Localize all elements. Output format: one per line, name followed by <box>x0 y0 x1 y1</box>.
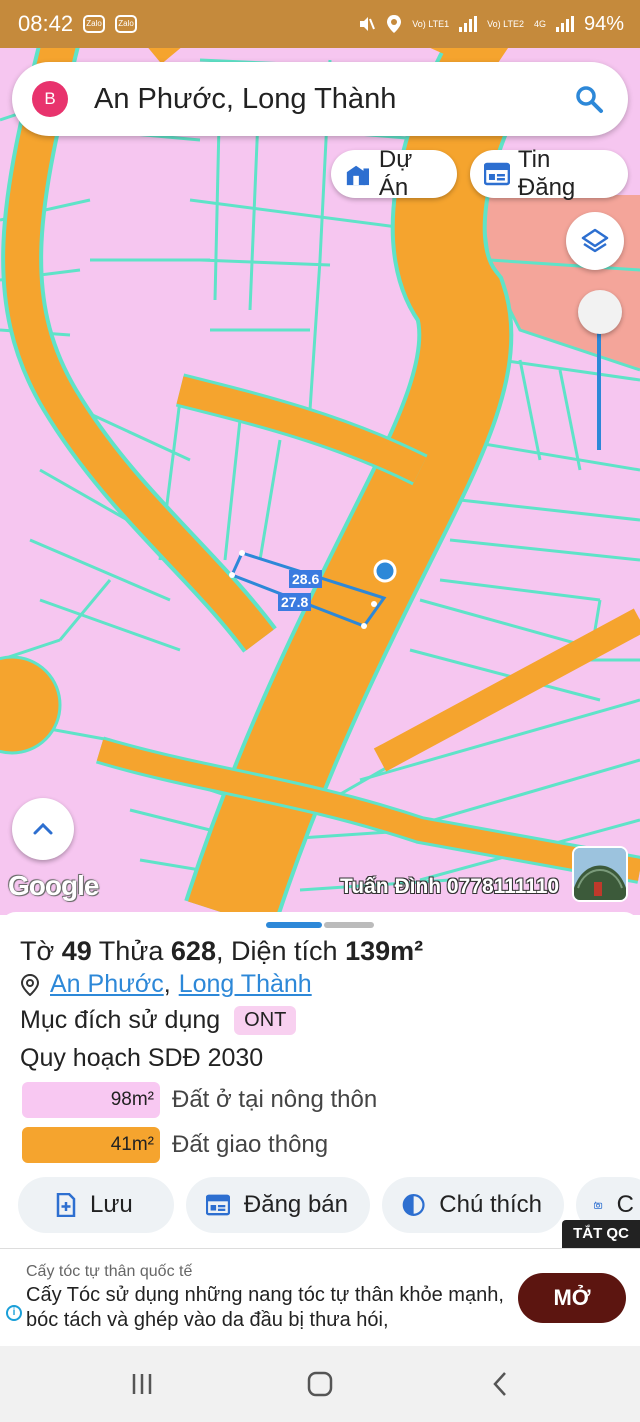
pin-icon <box>20 973 40 996</box>
zalo-notification-icon: Zalo <box>115 15 138 33</box>
network-type: 4G <box>533 19 546 29</box>
search-icon[interactable] <box>574 84 604 114</box>
street-view-thumbnail[interactable] <box>572 846 628 902</box>
system-nav-bar <box>0 1346 640 1422</box>
parcel-info-sheet[interactable]: Tờ 49 Thửa 628, Diện tích 139m² An Phước… <box>0 912 640 1252</box>
status-bar: 08:42 Zalo Zalo Vo) LTE1 Vo) LTE2 4G 94% <box>0 0 640 48</box>
post-sale-button[interactable]: Đăng bán <box>186 1177 370 1233</box>
search-input[interactable]: An Phước, Long Thành <box>94 83 574 116</box>
watermark-text: Tuấn Đình 0778111110 <box>340 875 560 898</box>
back-button[interactable] <box>480 1366 520 1402</box>
status-time: 08:42 <box>18 11 74 36</box>
recent-apps-button[interactable] <box>122 1366 162 1402</box>
ward-link[interactable]: An Phước <box>50 970 164 999</box>
zone-area-bar: 41m² <box>22 1127 160 1163</box>
location-icon <box>387 15 402 33</box>
map-canvas[interactable] <box>0 0 640 915</box>
close-ad-button[interactable]: TẮT QC <box>562 1220 640 1248</box>
listings-label: Tin Đăng <box>517 146 576 201</box>
ad-text: Cấy Tóc sử dụng những nang tóc tự thân k… <box>26 1284 504 1331</box>
dimension-label-bottom: 27.8 <box>278 593 312 611</box>
district-link[interactable]: Long Thành <box>179 970 312 999</box>
dimension-label-top: 28.6 <box>289 570 323 588</box>
add-document-icon <box>56 1193 76 1217</box>
ad-sponsor: Cấy tóc tự thân quốc tế <box>26 1263 193 1280</box>
battery-percent: 94% <box>583 12 624 35</box>
back-icon <box>493 1372 506 1396</box>
listings-button[interactable]: Tin Đăng <box>470 146 628 201</box>
sheet-page-indicator[interactable] <box>324 922 374 928</box>
sim1-indicator: Vo) LTE1 <box>412 19 450 29</box>
search-bar[interactable]: B An Phước, Long Thành <box>12 62 628 136</box>
projects-button[interactable]: Dự Án <box>331 146 457 201</box>
google-logo: Google <box>8 870 99 901</box>
chevron-up-icon <box>33 822 53 835</box>
projects-label: Dự Án <box>378 146 413 201</box>
land-use-purpose: Mục đích sử dụng ONT <box>20 1006 297 1035</box>
camera-icon <box>594 1201 603 1209</box>
sheet-page-indicator-active[interactable] <box>266 922 322 928</box>
expand-up-button[interactable] <box>12 798 74 860</box>
action-buttons: Lưu Đăng bán Chú thích C <box>18 1177 640 1233</box>
parcel-location: An Phước, Long Thành <box>20 970 312 999</box>
app-logo[interactable]: B <box>32 81 68 117</box>
opacity-slider-handle[interactable] <box>578 290 622 334</box>
map-view[interactable]: 28.6 27.8 <box>0 0 640 915</box>
mute-icon <box>360 17 376 31</box>
save-button[interactable]: Lưu <box>18 1177 174 1233</box>
layers-button[interactable] <box>566 212 624 270</box>
building-photo-icon <box>574 848 626 900</box>
zone-area-bar: 98m² <box>22 1082 160 1118</box>
zone-name: Đất ở tại nông thôn <box>172 1086 378 1113</box>
land-use-code-badge: ONT <box>234 1006 297 1035</box>
home-button[interactable] <box>300 1366 340 1402</box>
legend-button[interactable]: Chú thích <box>382 1177 564 1233</box>
parcel-title: Tờ 49 Thửa 628, Diện tích 139m² <box>20 936 424 966</box>
signal-icon <box>555 16 574 32</box>
zone-row: 98m² Đất ở tại nông thôn <box>22 1082 377 1118</box>
signal-icon <box>459 16 478 32</box>
sim2-indicator: Vo) LTE2 <box>487 19 524 29</box>
ad-open-button[interactable]: MỞ <box>518 1273 626 1323</box>
zone-name: Đất giao thông <box>172 1131 329 1158</box>
current-location-dot <box>373 559 397 583</box>
ad-banner[interactable]: i Cấy tóc tự thân quốc tế Cấy Tóc sử dụn… <box>0 1248 640 1346</box>
recent-apps-icon <box>132 1374 152 1394</box>
contrast-icon <box>402 1194 425 1216</box>
listings-icon <box>484 162 510 186</box>
buildings-icon <box>346 165 370 186</box>
zalo-notification-icon: Zalo <box>83 15 106 33</box>
zone-row: 41m² Đất giao thông <box>22 1127 328 1163</box>
layers-icon <box>581 228 609 253</box>
listing-icon <box>206 1194 230 1216</box>
ad-info-icon[interactable]: i <box>6 1305 22 1321</box>
plan-title: Quy hoạch SDĐ 2030 <box>20 1044 264 1072</box>
home-icon <box>307 1371 333 1397</box>
